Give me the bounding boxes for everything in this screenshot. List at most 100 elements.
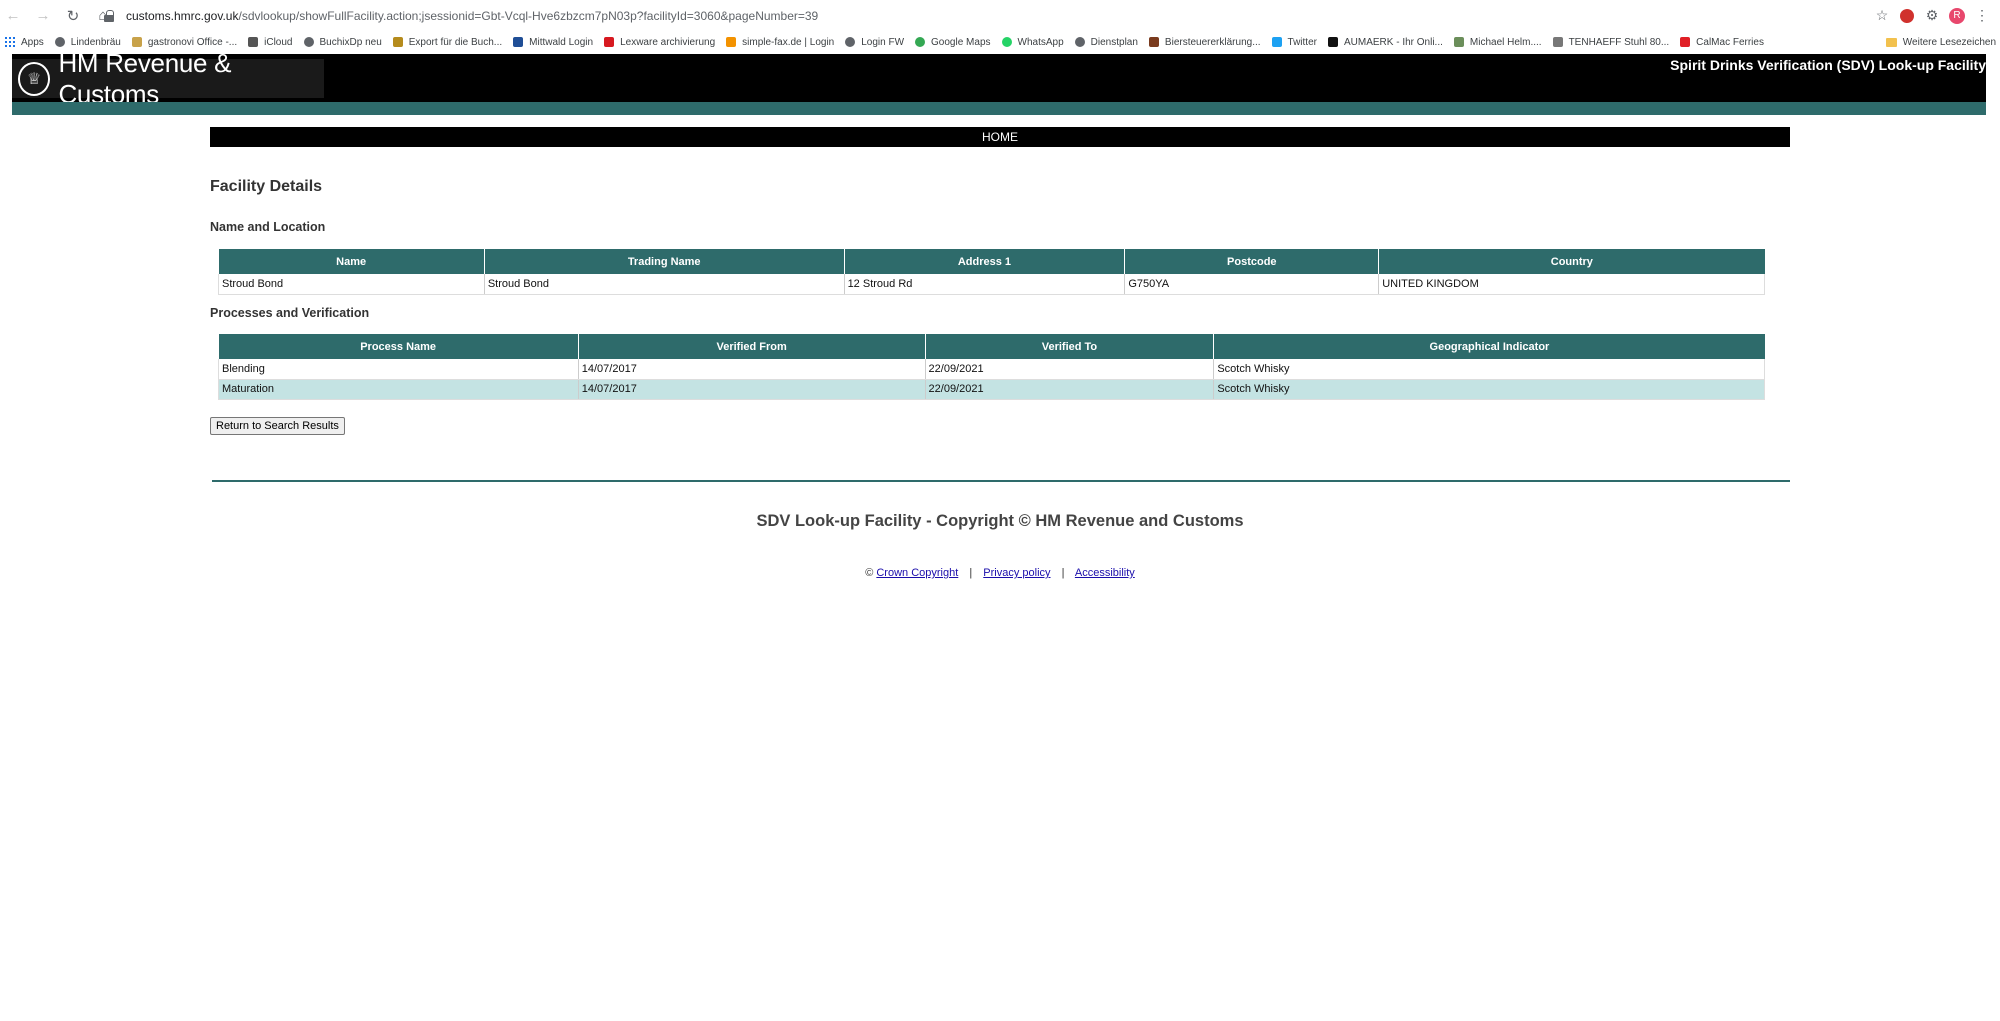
cell-address-1: 12 Stroud Rd	[843, 274, 1125, 295]
bookmark-label: TENHAEFF Stuhl 80...	[1568, 36, 1670, 48]
column-header: Address 1	[843, 249, 1125, 274]
other-bookmarks-folder[interactable]: Weitere Lesezeichen	[1885, 36, 1996, 48]
bookmark-item[interactable]: Google Maps	[915, 36, 991, 48]
bookmark-item[interactable]: Twitter	[1271, 36, 1317, 48]
bookmark-label: gastronovi Office -...	[147, 36, 238, 48]
column-header: Verified From	[577, 334, 926, 359]
cell-postcode: G750YA	[1124, 274, 1379, 295]
fax-icon	[726, 37, 737, 47]
twitter-icon	[1271, 37, 1282, 47]
bookmark-item[interactable]: AUMAERK - Ihr Onli...	[1327, 37, 1443, 48]
crown-crest-icon: ♕	[18, 61, 51, 96]
cell-verified-from: 14/07/2017	[577, 359, 926, 380]
cell-geographical-indicator: Scotch Whisky	[1213, 379, 1765, 400]
bookmark-item[interactable]: Lexware archivierung	[604, 37, 715, 48]
processes-table: Process Name Verified From Verified To G…	[218, 334, 1765, 400]
privacy-policy-link[interactable]: Privacy policy	[983, 567, 1050, 579]
puzzle-extensions-icon[interactable]: ⚙	[1924, 7, 1940, 24]
column-header: Country	[1378, 249, 1765, 274]
bookmark-item[interactable]: simple-fax.de | Login	[726, 37, 834, 48]
bookmark-label: Biersteuererklärung...	[1164, 36, 1261, 48]
accessibility-link[interactable]: Accessibility	[1075, 567, 1135, 579]
browser-toolbar: ← → ↻ ⌂ customs.hmrc.gov.uk/sdvlookup/sh…	[0, 0, 2000, 31]
bookmark-item[interactable]: iCloud	[248, 37, 293, 48]
bookmark-label: Dienstplan	[1090, 36, 1138, 48]
main-menu: HOME	[210, 127, 1790, 147]
bookmark-item[interactable]: WhatsApp	[1001, 36, 1064, 48]
bookmark-label: Mittwald Login	[529, 36, 594, 48]
column-header: Name	[218, 249, 485, 274]
bookmark-item[interactable]: Dienstplan	[1074, 36, 1138, 48]
star-bookmark-icon[interactable]: ☆	[1874, 7, 1890, 24]
footer-separator: |	[1061, 567, 1065, 579]
gastronovi-icon	[131, 37, 142, 47]
bookmark-item[interactable]: gastronovi Office -...	[131, 36, 238, 48]
home-link[interactable]: HOME	[982, 130, 1018, 144]
calmac-icon	[1680, 37, 1691, 47]
profile-avatar[interactable]: R	[1949, 7, 1965, 24]
bookmark-label: BuchixDp neu	[319, 36, 382, 48]
bookmark-item[interactable]: TENHAEFF Stuhl 80...	[1552, 36, 1670, 48]
column-header: Trading Name	[483, 249, 845, 274]
column-header: Process Name	[218, 334, 579, 359]
export-icon	[392, 37, 403, 47]
crown-copyright-link[interactable]: Crown Copyright	[876, 567, 958, 579]
bookmark-item[interactable]: Mittwald Login	[513, 37, 593, 48]
department-name: HM Revenue & Customs	[58, 47, 232, 109]
back-arrow-icon[interactable]: ←	[2, 5, 24, 27]
kebab-menu-icon[interactable]: ⋮	[1974, 7, 1990, 24]
lexware-icon	[604, 37, 615, 47]
chair-icon	[1552, 37, 1563, 47]
header-strip	[12, 102, 1986, 115]
bookmark-label: Twitter	[1287, 36, 1317, 48]
apps-grid-icon	[5, 37, 15, 47]
footer-links: © Crown Copyright | Privacy policy | Acc…	[0, 567, 2000, 579]
section-title-processes: Processes and Verification	[210, 306, 370, 320]
photo-icon	[1453, 37, 1464, 47]
url-path: /sdvlookup/showFullFacility.action;jsess…	[238, 8, 819, 23]
bookmark-label: Lindenbräu	[70, 36, 121, 48]
bookmark-item[interactable]: CalMac Ferries	[1680, 37, 1764, 48]
address-bar[interactable]: customs.hmrc.gov.uk/sdvlookup/showFullFa…	[104, 4, 1894, 27]
aumaerk-icon	[1327, 37, 1338, 47]
hmrc-logo[interactable]: ♕ HM Revenue & Customs	[12, 48, 324, 109]
globe-icon	[1074, 37, 1085, 47]
page-title: Facility Details	[210, 178, 323, 195]
reload-icon[interactable]: ↻	[62, 5, 84, 27]
footer-separator: |	[969, 567, 973, 579]
column-header: Postcode	[1124, 249, 1379, 274]
bookmark-item[interactable]: Biersteuererklärung...	[1148, 36, 1261, 48]
bookmark-item[interactable]: Lindenbräu	[54, 36, 121, 48]
bookmark-label: Export für die Buch...	[408, 36, 503, 48]
return-to-search-results-button[interactable]: Return to Search Results	[210, 417, 345, 435]
bookmark-item[interactable]: Apps	[5, 37, 44, 48]
apple-icon	[248, 37, 259, 47]
bookmark-label: Google Maps	[931, 36, 991, 48]
cell-country: UNITED KINGDOM	[1378, 274, 1765, 295]
bookmark-label: Apps	[21, 36, 44, 48]
cell-verified-to: 22/09/2021	[924, 359, 1214, 380]
bookmark-label: Michael Helm....	[1469, 36, 1542, 48]
other-bookmarks-label: Weitere Lesezeichen	[1902, 36, 1996, 48]
forward-arrow-icon[interactable]: →	[32, 5, 54, 27]
bookmark-item[interactable]: Login FW	[845, 37, 904, 48]
folder-icon	[1885, 37, 1897, 47]
map-pin-icon	[915, 37, 926, 47]
cell-process-name: Blending	[218, 359, 579, 380]
footer-title: SDV Look-up Facility - Copyright © HM Re…	[756, 512, 1244, 530]
cell-verified-from: 14/07/2017	[577, 379, 926, 400]
bookmark-item[interactable]: Michael Helm....	[1453, 36, 1542, 48]
mittwald-icon	[513, 37, 524, 47]
bookmark-item[interactable]: BuchixDp neu	[303, 36, 382, 48]
bookmark-item[interactable]: Export für die Buch...	[392, 36, 503, 48]
table-row: Maturation 14/07/2017 22/09/2021 Scotch …	[218, 379, 1765, 400]
table-row: Blending 14/07/2017 22/09/2021 Scotch Wh…	[218, 359, 1765, 380]
cell-name: Stroud Bond	[218, 274, 485, 295]
pdf-extension-icon[interactable]	[1899, 8, 1915, 24]
bookmark-label: WhatsApp	[1017, 36, 1064, 48]
column-header: Geographical Indicator	[1213, 334, 1765, 359]
bookmark-label: CalMac Ferries	[1696, 36, 1764, 48]
url-host: customs.hmrc.gov.uk	[126, 8, 239, 23]
column-header: Verified To	[924, 334, 1214, 359]
service-name: Spirit Drinks Verification (SDV) Look-up…	[1670, 57, 1986, 73]
